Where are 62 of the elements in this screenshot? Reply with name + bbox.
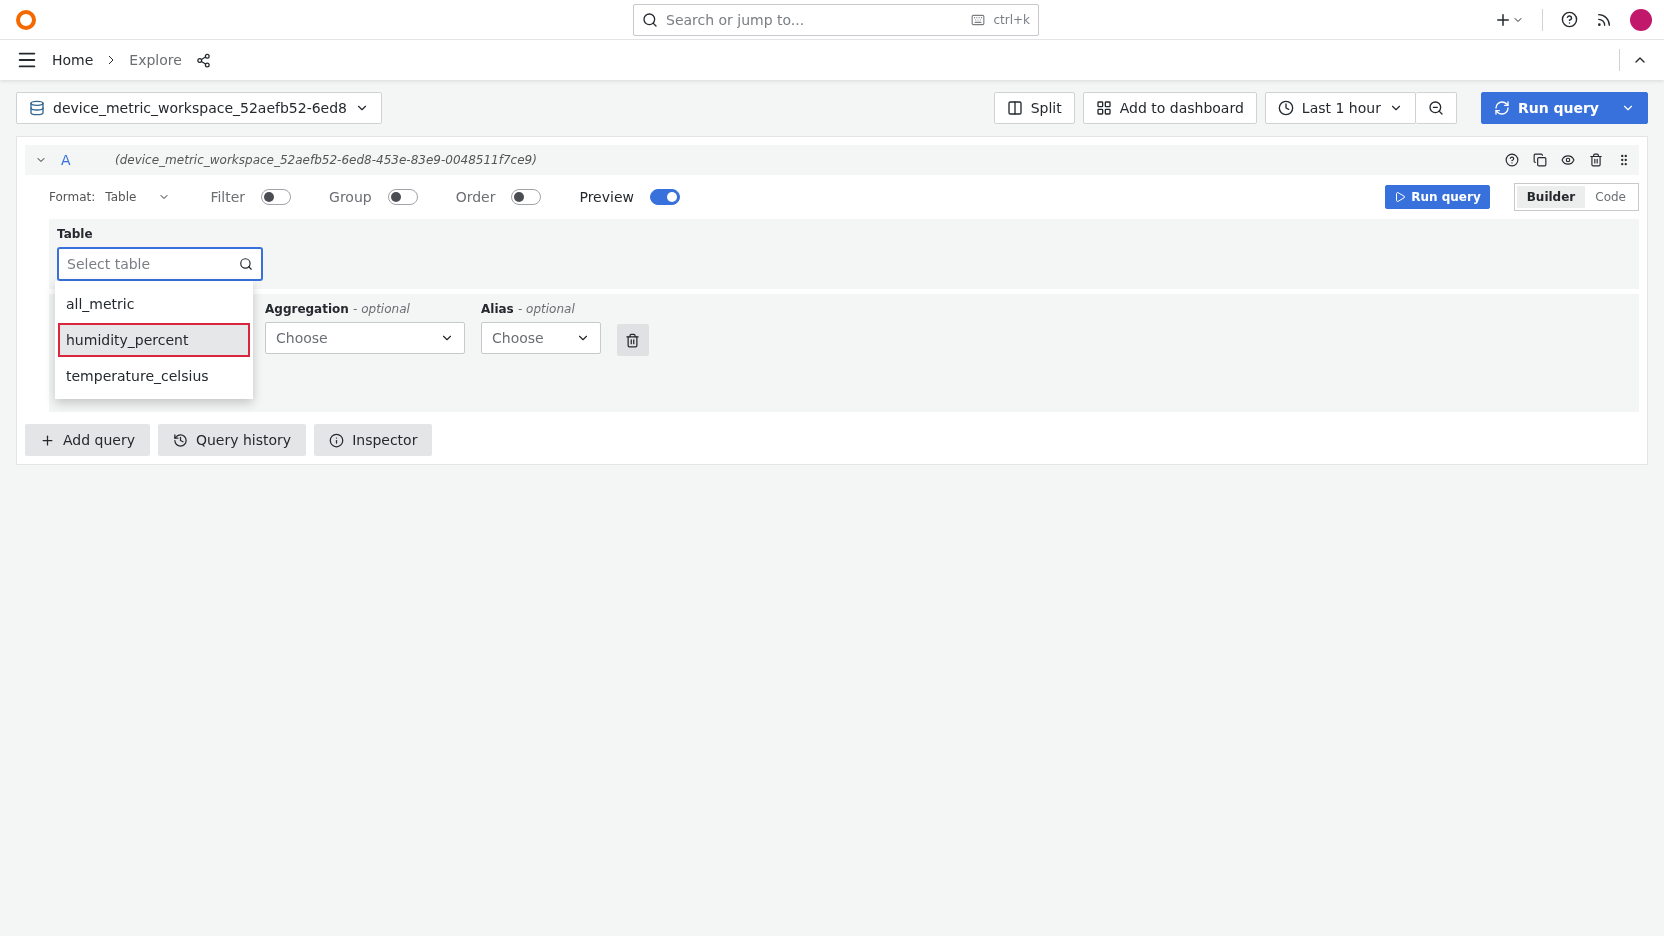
table-placeholder: Select table (67, 256, 151, 272)
eye-icon[interactable] (1561, 153, 1575, 167)
search-icon (239, 257, 253, 271)
user-avatar[interactable] (1630, 8, 1652, 31)
datasource-uid: (device_metric_workspace_52aefb52-6ed8-453e-83e9-0048511f7ce9) (115, 153, 537, 167)
mode-tab[interactable]: Builder (1516, 186, 1586, 208)
plus-icon (40, 432, 55, 448)
grid-icon (1095, 100, 1112, 116)
datasource-picker[interactable]: device_metric_workspace_52aefb52-6ed8 (16, 92, 383, 124)
run-query-button[interactable]: Run query (1480, 92, 1648, 124)
split-button[interactable]: Split (993, 92, 1075, 124)
action-button[interactable]: Query history (157, 424, 307, 456)
toggle-switch[interactable] (261, 189, 292, 205)
search-placeholder: Search or jump to... (666, 12, 806, 28)
action-button[interactable]: Inspector (314, 424, 433, 456)
select-value: Choose (276, 330, 328, 346)
toggle-label: Group (329, 189, 372, 205)
aggregation-select[interactable]: Choose (265, 322, 465, 354)
toggle-switch[interactable] (387, 189, 418, 205)
share-icon[interactable] (195, 52, 211, 68)
action-button[interactable]: Add query (25, 424, 150, 456)
breadcrumb-link[interactable]: Home (52, 52, 94, 68)
logo-icon (16, 9, 36, 30)
time-range-picker[interactable]: Last 1 hour (1264, 92, 1416, 124)
run-query-button[interactable]: Run query (1385, 185, 1490, 209)
database-icon (29, 100, 45, 116)
copy-icon[interactable] (1533, 153, 1547, 167)
table-search-field[interactable]: Select table (57, 247, 263, 281)
play-icon (1394, 191, 1407, 203)
info-icon (329, 432, 345, 448)
keyboard-icon (971, 13, 986, 27)
alias-select[interactable]: Choose (481, 322, 601, 354)
refresh-icon (1493, 100, 1510, 116)
add-to-dashboard-button[interactable]: Add to dashboard (1082, 92, 1257, 124)
trash-icon (625, 332, 640, 348)
history-icon (172, 432, 188, 448)
zoom-out-icon (1427, 100, 1444, 116)
query-ref: A (61, 152, 72, 168)
delete-icon[interactable] (1589, 153, 1603, 167)
toggle-label: Preview (579, 189, 634, 205)
aggregation-label: Aggregation - optional (265, 302, 411, 316)
clock-icon (1277, 100, 1294, 116)
chevron-icon (107, 55, 116, 65)
toggle-switch[interactable] (649, 189, 680, 205)
delete-button[interactable] (617, 324, 649, 356)
table-label: Table (57, 227, 94, 241)
breadcrumb-link[interactable]: Explore (129, 52, 182, 68)
help-icon[interactable] (1505, 153, 1519, 167)
shortcut-hint: ctrl+k (993, 13, 1030, 27)
toggle-label: Order (455, 189, 496, 205)
help-icon[interactable] (1561, 11, 1578, 28)
table-option[interactable]: humidity_percent (58, 323, 250, 357)
search-field[interactable]: Search or jump to... ctrl+k (633, 4, 1039, 36)
select-value: Choose (492, 330, 544, 346)
format-label: Format: (49, 190, 96, 204)
zoom-out-button[interactable] (1415, 92, 1457, 124)
toggle-label: Filter (210, 189, 246, 205)
columns-icon (1006, 100, 1023, 116)
alias-label: Alias - optional (481, 302, 576, 316)
format-select[interactable]: Table (105, 190, 137, 204)
search-icon (642, 12, 658, 28)
toggle-switch[interactable] (511, 189, 542, 205)
